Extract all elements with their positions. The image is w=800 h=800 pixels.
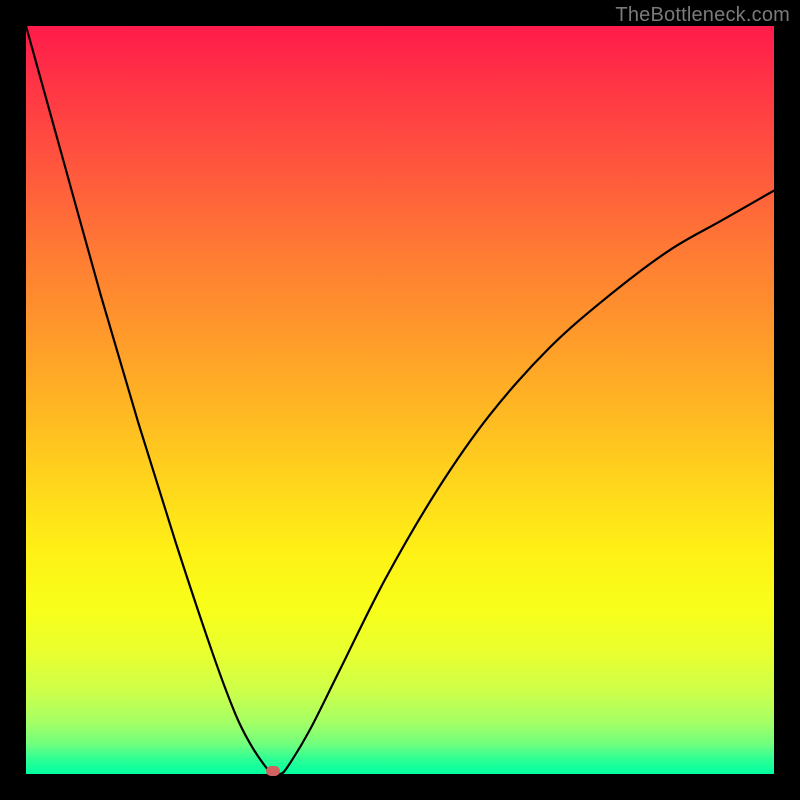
watermark-text: TheBottleneck.com (615, 4, 790, 27)
plot-area (26, 26, 774, 774)
chart-frame: TheBottleneck.com (0, 0, 800, 800)
bottleneck-curve (26, 26, 774, 774)
minimum-marker (266, 766, 280, 776)
